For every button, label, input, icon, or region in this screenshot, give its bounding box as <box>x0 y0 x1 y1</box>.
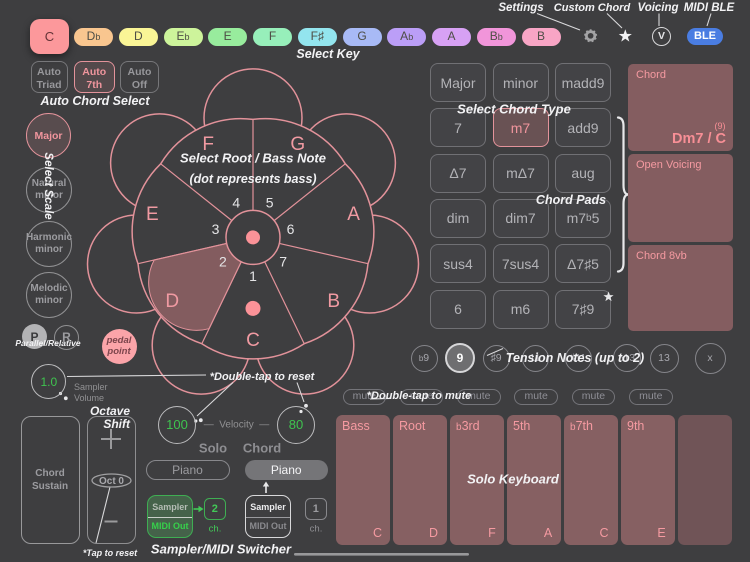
svg-text:E: E <box>146 204 159 225</box>
svg-text:3: 3 <box>212 221 220 237</box>
svg-text:C: C <box>246 330 260 351</box>
svg-text:5: 5 <box>266 195 274 211</box>
svg-text:7: 7 <box>279 253 287 269</box>
svg-text:1: 1 <box>249 268 257 284</box>
svg-text:D: D <box>165 291 179 312</box>
svg-text:A: A <box>347 204 360 225</box>
svg-text:2: 2 <box>219 253 227 269</box>
svg-text:B: B <box>327 291 340 312</box>
svg-text:6: 6 <box>287 221 295 237</box>
svg-text:4: 4 <box>232 195 240 211</box>
